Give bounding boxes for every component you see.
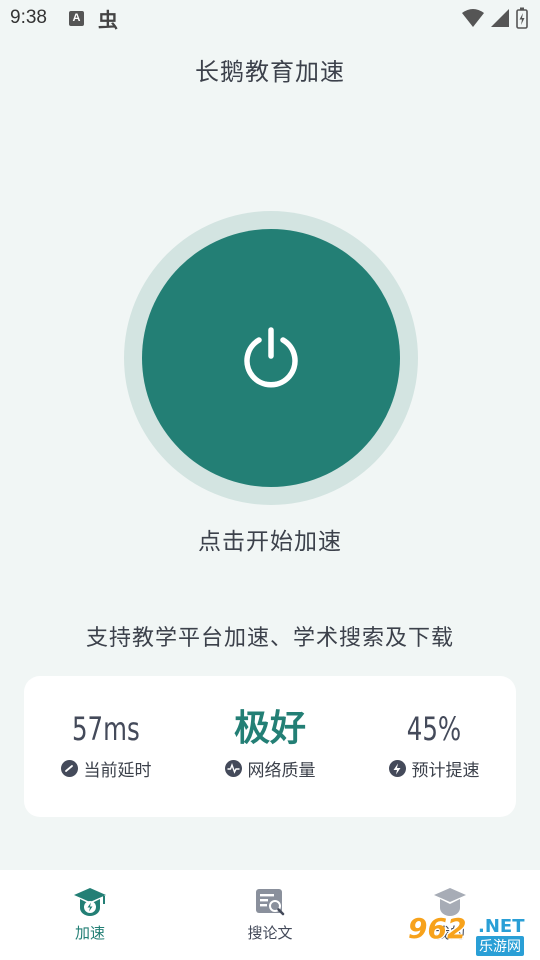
- support-description: 支持教学平台加速、学术搜索及下载: [85, 626, 454, 651]
- quality-label-row: 网络质量: [224, 756, 316, 781]
- watermark-number: 962: [408, 912, 467, 945]
- nav-label-search-papers: 搜论文: [247, 924, 293, 942]
- speedup-value: 45%: [406, 710, 462, 748]
- quality-value: 极好: [233, 708, 306, 749]
- stat-latency: 57ms 当前延时: [24, 676, 188, 817]
- status-bar: 9:38 A 虫: [0, 0, 540, 36]
- start-accelerate-label[interactable]: 点击开始加速: [0, 522, 540, 556]
- nav-label-accelerate: 加速: [74, 924, 105, 942]
- watermark-site: 乐游网: [476, 936, 524, 956]
- power-icon: [244, 327, 298, 388]
- pulse-icon: [224, 760, 242, 777]
- status-time: 9:38: [10, 7, 47, 28]
- bolt-icon: [388, 760, 406, 777]
- nav-item-search-papers[interactable]: 搜论文: [180, 870, 360, 960]
- graduation-bolt-icon: [74, 888, 106, 916]
- quality-label: 网络质量: [247, 761, 316, 781]
- page-title: 长鹅教育加速: [195, 58, 345, 86]
- battery-icon: [516, 7, 528, 29]
- status-right: [462, 7, 528, 29]
- latency-value: 57ms: [72, 710, 140, 748]
- cellular-icon: [491, 9, 509, 27]
- watermark-domain: .NET: [478, 916, 525, 937]
- latency-label-row: 当前延时: [60, 756, 152, 781]
- stat-quality: 极好 网络质量: [188, 676, 352, 817]
- speedup-label: 预计提速: [411, 761, 480, 781]
- latency-label: 当前延时: [83, 761, 152, 781]
- site-watermark: 962 .NET 乐游网: [404, 912, 532, 956]
- check-gauge-icon: [60, 760, 78, 777]
- nav-item-accelerate[interactable]: 加速: [0, 870, 180, 960]
- notification-app-icon: 虫: [97, 9, 118, 32]
- speedup-label-row: 预计提速: [388, 756, 480, 781]
- paper-search-icon: [256, 889, 285, 916]
- notification-a-icon: A: [68, 10, 84, 26]
- wifi-icon: [462, 9, 484, 27]
- power-button[interactable]: [142, 229, 400, 487]
- stats-card: 57ms 当前延时 极好 网络质量 45% 预计提速: [24, 676, 516, 817]
- stat-speedup: 45% 预计提速: [352, 676, 516, 817]
